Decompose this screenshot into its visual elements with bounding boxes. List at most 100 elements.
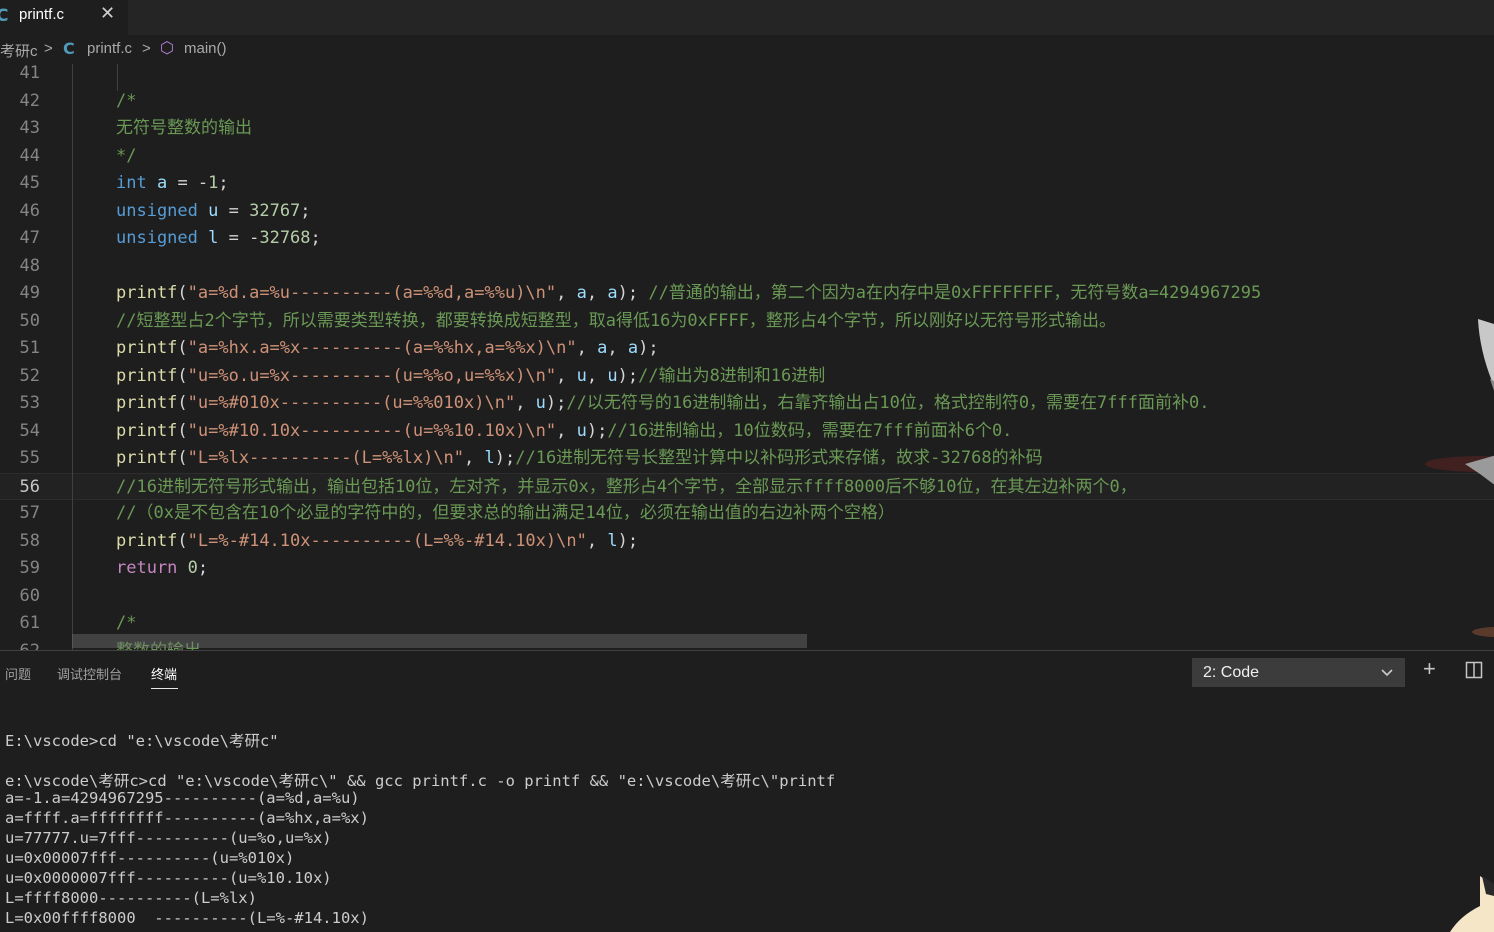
code-line[interactable]: 60: [0, 583, 1494, 611]
line-number: 59: [19, 558, 40, 578]
code-token: );: [617, 283, 649, 303]
code-token: ,: [464, 448, 485, 468]
add-terminal-icon[interactable]: +: [1423, 656, 1436, 682]
code-line[interactable]: 43 无符号整数的输出: [0, 115, 1494, 143]
code-token: unsigned: [116, 200, 198, 221]
terminal-line: e:\vscode\考研c>cd "e:\vscode\考研c\" && gcc…: [5, 772, 836, 790]
terminal-select[interactable]: 2: Code: [1192, 658, 1405, 687]
code-token: printf: [116, 338, 178, 358]
breadcrumb-file[interactable]: printf.c: [87, 40, 132, 57]
tab-printf-c[interactable]: C printf.c ✕: [0, 0, 128, 35]
code-line[interactable]: 56 //16进制无符号形式输出，输出包括10位，左对齐，并显示0x，整形占4个字…: [0, 472, 1494, 500]
terminal-line: u=0x00007fff----------(u=%010x): [5, 849, 295, 867]
line-number: 48: [19, 255, 40, 276]
line-number: 50: [19, 310, 40, 331]
line-number: 42: [19, 90, 40, 111]
code-token: );: [617, 365, 639, 386]
code-line[interactable]: 42 /*: [0, 88, 1494, 116]
code-token: "u=%o.u=%x----------(u=%%o,u=%%x)\n": [187, 365, 557, 386]
terminal-line: E:\vscode>cd "e:\vscode\考研c": [5, 732, 279, 750]
code-token: printf: [116, 283, 178, 303]
code-line[interactable]: 49 printf("a=%d.a=%u----------(a=%%d,a=%%…: [0, 280, 1494, 308]
code-text: printf("a=%hx.a=%x----------(a=%%hx,a=%%…: [116, 335, 659, 363]
terminal-line: u=77777.u=7fff----------(u=%o,u=%x): [5, 829, 332, 847]
decoration-image: [1450, 876, 1494, 932]
code-line[interactable]: 58 printf("L=%-#14.10x----------(L=%%-#14…: [0, 528, 1494, 556]
code-token: */: [116, 145, 137, 166]
code-token: printf: [116, 530, 178, 551]
code-text: //短整型占2个字节，所以需要类型转换，都要转换成短整型，取a得低16为0xFF…: [116, 308, 1116, 336]
code-token: "L=%lx----------(L=%%lx)\n": [187, 448, 465, 468]
terminal-line: L=ffff8000----------(L=%lx): [5, 889, 257, 907]
code-token: u: [607, 365, 618, 386]
code-token: ,: [556, 420, 577, 441]
tab-problems[interactable]: 问题: [5, 664, 31, 683]
code-token: ,: [586, 365, 608, 386]
code-line[interactable]: 53 printf("u=%#010x----------(u=%%010x)\n…: [0, 390, 1494, 418]
code-line[interactable]: 55 printf("L=%lx----------(L=%%lx)\n", l)…: [0, 445, 1494, 473]
code-text: printf("u=%#10.10x----------(u=%%10.10x)…: [116, 418, 1012, 446]
code-token: //（0x是不包含在10个必显的字符中的，但要求总的输出满足14位，必须在输出值…: [116, 503, 895, 523]
code-token: unsigned: [116, 228, 198, 248]
code-line[interactable]: 52 printf("u=%o.u=%x----------(u=%%o,u=%%…: [0, 363, 1494, 391]
code-line[interactable]: 46 unsigned u = 32767;: [0, 198, 1494, 226]
code-line[interactable]: 44 */: [0, 143, 1494, 171]
code-line[interactable]: 51 printf("a=%hx.a=%x----------(a=%%hx,a=…: [0, 335, 1494, 363]
code-line[interactable]: 45 int a = -1;: [0, 170, 1494, 198]
code-line[interactable]: 54 printf("u=%#10.10x----------(u=%%10.10…: [0, 418, 1494, 446]
code-token: (: [177, 420, 188, 441]
code-line[interactable]: 41: [0, 64, 1494, 88]
code-text: int a = -1;: [116, 170, 229, 198]
code-token: );: [586, 420, 608, 441]
code-token: int: [116, 173, 147, 193]
code-line[interactable]: 50 //短整型占2个字节，所以需要类型转换，都要转换成短整型，取a得低16为0x…: [0, 308, 1494, 336]
line-number: 47: [19, 228, 40, 248]
code-token: l: [607, 530, 618, 551]
code-token: 32767: [249, 200, 301, 221]
line-number: 45: [19, 173, 40, 193]
line-number: 53: [19, 393, 40, 413]
line-number: 62: [0, 638, 40, 651]
line-number: 58: [19, 530, 40, 551]
code-text: //（0x是不包含在10个必显的字符中的，但要求总的输出满足14位，必须在输出值…: [116, 500, 895, 528]
code-line[interactable]: 57 //（0x是不包含在10个必显的字符中的，但要求总的输出满足14位，必须在输…: [0, 500, 1494, 528]
code-token: (: [177, 338, 188, 358]
code-text: printf("u=%#010x----------(u=%%010x)\n",…: [116, 390, 1209, 418]
tab-debug-console[interactable]: 调试控制台: [57, 664, 122, 683]
code-token: =: [218, 200, 250, 221]
code-token: //以无符号的16进制输出，右靠齐输出占10位，格式控制符0，需要在7fff面前…: [566, 393, 1210, 413]
line-number: 54: [19, 420, 40, 441]
code-token: "a=%hx.a=%x----------(a=%%hx,a=%%x)\n": [187, 338, 577, 358]
code-token: ,: [586, 283, 608, 303]
code-token: //16进制无符号长整型计算中以补码形式来存储，故求-32768的补码: [515, 448, 1043, 468]
code-token: 1: [208, 173, 219, 193]
code-token: //16进制输出，10位数码，需要在7fff前面补6个0.: [607, 420, 1013, 441]
code-token: a: [156, 173, 168, 193]
horizontal-scrollbar[interactable]: [72, 634, 807, 648]
decoration-image: [1478, 319, 1494, 391]
c-file-icon: C: [0, 6, 9, 26]
code-line[interactable]: 48: [0, 253, 1494, 281]
line-number: 41: [19, 64, 40, 83]
code-line[interactable]: 47 unsigned l = -32768;: [0, 225, 1494, 253]
code-editor[interactable]: 62整数的输出61/*6059return 0;58printf("L=%-#1…: [0, 64, 1494, 650]
code-text: 无符号整数的输出: [116, 115, 252, 143]
breadcrumb-symbol[interactable]: main(): [184, 40, 227, 57]
indent-guide: [117, 64, 118, 91]
code-token: l: [208, 228, 219, 248]
chevron-right-icon: >: [142, 40, 151, 57]
code-token: u: [535, 393, 546, 413]
code-line[interactable]: 59 return 0;: [0, 555, 1494, 583]
indent-guide: [72, 64, 73, 650]
breadcrumb-folder[interactable]: 考研c: [0, 40, 38, 61]
split-terminal-icon[interactable]: [1465, 659, 1483, 685]
symbol-method-icon: ⬡: [160, 38, 174, 57]
code-token: /*: [116, 90, 137, 111]
code-token: ,: [556, 365, 577, 386]
close-icon[interactable]: ✕: [100, 3, 115, 24]
tab-terminal[interactable]: 终端: [151, 664, 177, 683]
code-text: return 0;: [116, 555, 208, 583]
chevron-down-icon: [1380, 662, 1394, 685]
code-token: a: [607, 283, 618, 303]
